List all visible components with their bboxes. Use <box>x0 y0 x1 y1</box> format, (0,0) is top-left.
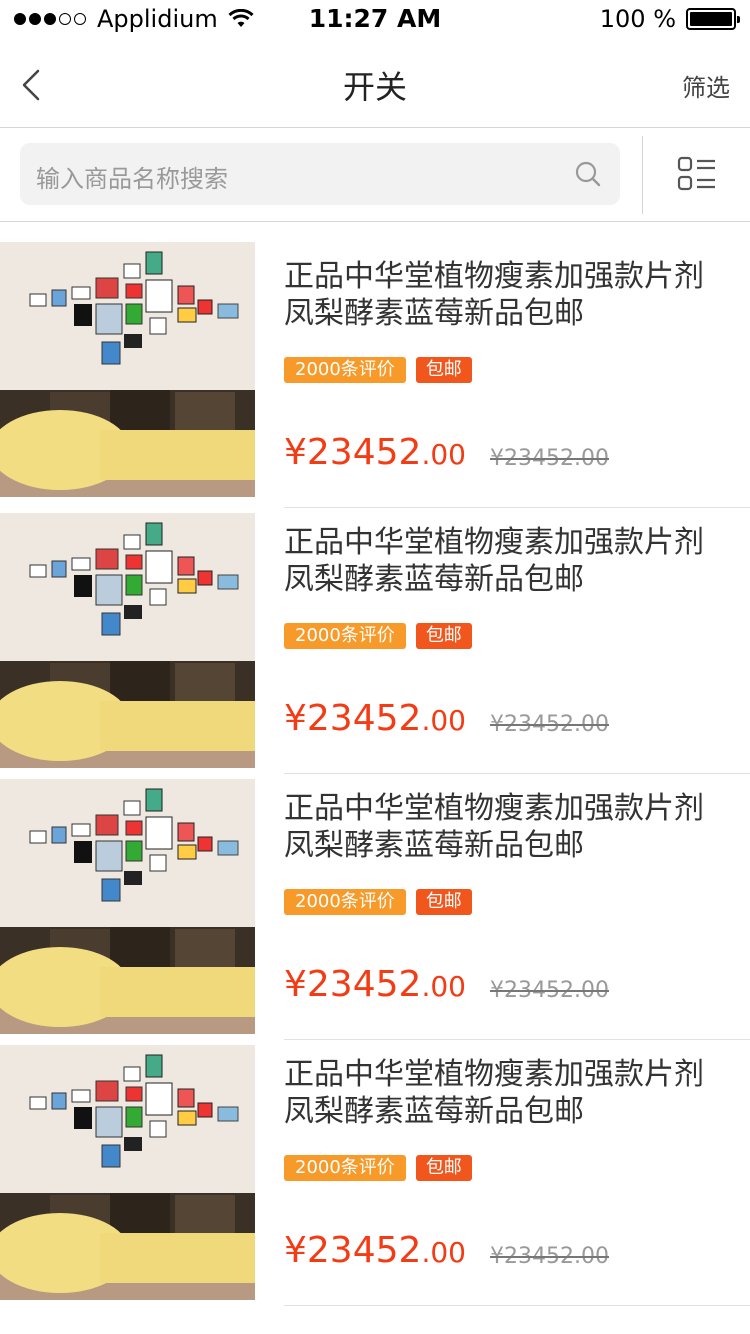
product-image[interactable] <box>0 242 255 497</box>
product-list-item[interactable]: 正品中华堂植物瘦素加强款片剂凤梨酵素蓝莓新品包邮 2000条评价 包邮 ¥234… <box>0 774 750 1040</box>
search-icon[interactable] <box>574 160 602 188</box>
free-shipping-badge: 包邮 <box>415 623 472 649</box>
original-price: ¥23452.00 <box>490 446 609 471</box>
price-main: ¥23452 <box>284 698 422 739</box>
product-list-item[interactable]: 正品中华堂植物瘦素加强款片剂凤梨酵素蓝莓新品包邮 2000条评价 包邮 ¥234… <box>0 242 750 508</box>
search-input[interactable]: 输入商品名称搜索 <box>20 143 620 205</box>
product-price: ¥23452.00 <box>284 1230 466 1271</box>
view-toggle-divider <box>642 136 643 214</box>
product-image[interactable] <box>0 513 255 768</box>
free-shipping-badge: 包邮 <box>415 357 472 383</box>
reviews-badge: 2000条评价 <box>284 1155 406 1181</box>
status-right: 100 % <box>599 5 740 33</box>
product-tags: 2000条评价 包邮 <box>284 623 482 649</box>
product-price: ¥23452.00 <box>284 698 466 739</box>
product-title[interactable]: 正品中华堂植物瘦素加强款片剂凤梨酵素蓝莓新品包邮 <box>284 258 724 332</box>
product-title[interactable]: 正品中华堂植物瘦素加强款片剂凤梨酵素蓝莓新品包邮 <box>284 524 724 598</box>
search-row: 输入商品名称搜索 <box>0 128 750 222</box>
product-list-item[interactable]: 正品中华堂植物瘦素加强款片剂凤梨酵素蓝莓新品包邮 2000条评价 包邮 ¥234… <box>0 1040 750 1306</box>
product-tags: 2000条评价 包邮 <box>284 889 482 915</box>
original-price: ¥23452.00 <box>490 1244 609 1269</box>
free-shipping-badge: 包邮 <box>415 1155 472 1181</box>
reviews-badge: 2000条评价 <box>284 889 406 915</box>
product-price: ¥23452.00 <box>284 432 466 473</box>
price-decimals: .00 <box>421 704 466 737</box>
battery-percentage: 100 % <box>599 5 676 33</box>
price-decimals: .00 <box>421 438 466 471</box>
search-placeholder: 输入商品名称搜索 <box>36 165 228 193</box>
battery-icon <box>686 8 740 30</box>
filter-button[interactable]: 筛选 <box>682 68 730 103</box>
price-main: ¥23452 <box>284 1230 422 1271</box>
product-price: ¥23452.00 <box>284 964 466 1005</box>
product-image[interactable] <box>0 779 255 1034</box>
original-price: ¥23452.00 <box>490 712 609 737</box>
product-tags: 2000条评价 包邮 <box>284 1155 482 1181</box>
price-main: ¥23452 <box>284 964 422 1005</box>
product-image[interactable] <box>0 1045 255 1300</box>
price-decimals: .00 <box>421 1236 466 1269</box>
page-title: 开关 <box>342 68 407 106</box>
item-divider <box>284 1305 750 1306</box>
price-decimals: .00 <box>421 970 466 1003</box>
nav-bar: 开关 筛选 <box>0 40 750 128</box>
product-list-item[interactable]: 正品中华堂植物瘦素加强款片剂凤梨酵素蓝莓新品包邮 2000条评价 包邮 ¥234… <box>0 508 750 774</box>
product-list: 正品中华堂植物瘦素加强款片剂凤梨酵素蓝莓新品包邮 2000条评价 包邮 ¥234… <box>0 242 750 1306</box>
product-title[interactable]: 正品中华堂植物瘦素加强款片剂凤梨酵素蓝莓新品包邮 <box>284 1056 724 1130</box>
original-price: ¥23452.00 <box>490 978 609 1003</box>
product-title[interactable]: 正品中华堂植物瘦素加强款片剂凤梨酵素蓝莓新品包邮 <box>284 790 724 864</box>
list-grid-toggle-icon[interactable] <box>677 155 717 193</box>
price-main: ¥23452 <box>284 432 422 473</box>
reviews-badge: 2000条评价 <box>284 623 406 649</box>
product-tags: 2000条评价 包邮 <box>284 357 482 383</box>
reviews-badge: 2000条评价 <box>284 357 406 383</box>
status-bar: Applidium 11:27 AM 100 % <box>0 0 750 40</box>
free-shipping-badge: 包邮 <box>415 889 472 915</box>
